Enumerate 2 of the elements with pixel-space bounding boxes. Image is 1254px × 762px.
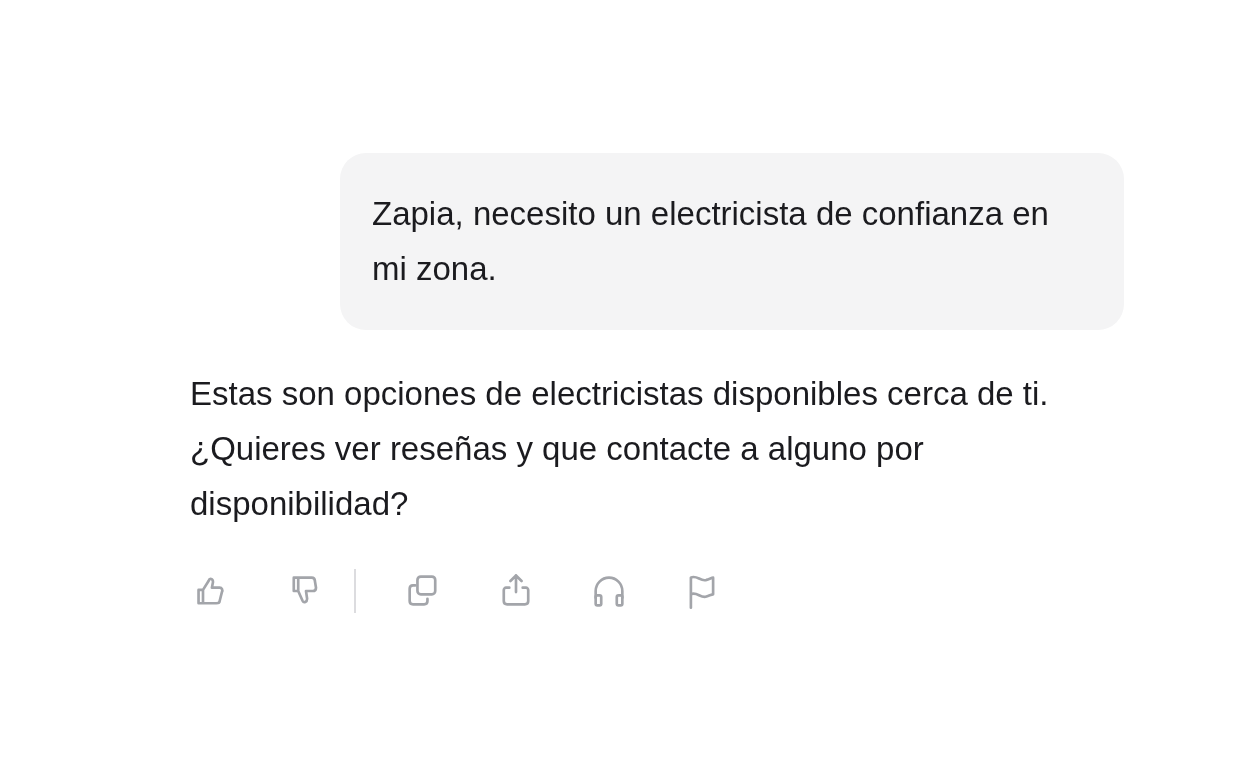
assistant-message: Estas son opciones de electricistas disponibles cerca de ti. ¿Quieres ver reseñas y que contacte a alguno por disponibilidad?	[190, 374, 1050, 524]
user-message: Zapia, necesito un electricista de confianza en mi zona.	[340, 153, 1124, 330]
